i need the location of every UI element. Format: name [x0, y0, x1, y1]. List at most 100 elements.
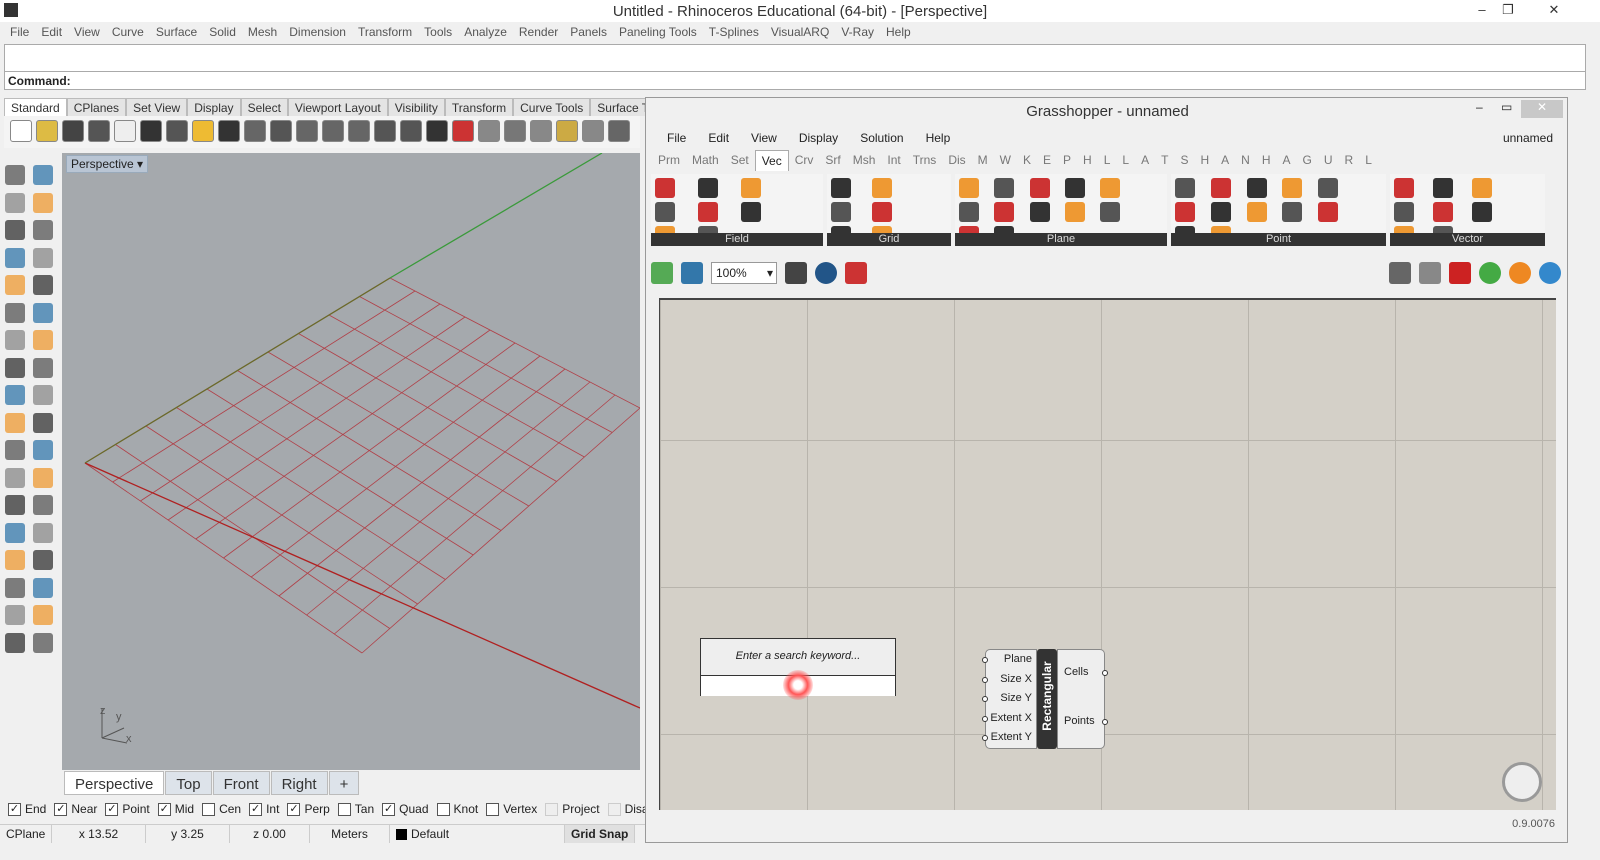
gh-tab-m[interactable]: M [972, 150, 994, 171]
gh-tab-h[interactable]: H [1077, 150, 1098, 171]
gh-menu-file[interactable]: File [656, 128, 697, 148]
output-grip[interactable] [1102, 670, 1108, 676]
gh-plane-component-1-icon[interactable] [959, 178, 979, 198]
open-icon[interactable] [36, 120, 58, 142]
osnap-mid[interactable]: ✓ Mid [157, 802, 194, 817]
cplane-label[interactable]: CPlane [0, 825, 52, 843]
gh-plane-component-4-icon[interactable] [1064, 178, 1085, 198]
checkbox[interactable]: ✓ [157, 803, 171, 817]
rectangular-grid-component[interactable]: Plane Size X Size Y Extent X Extent Y Rectan… [982, 649, 1108, 749]
gh-point-component-6-icon[interactable] [1175, 202, 1195, 222]
preview-selected-icon[interactable] [1449, 262, 1471, 284]
units[interactable]: Meters [310, 825, 390, 843]
gh-grid-component-4-icon[interactable] [872, 202, 893, 222]
gh-menu-display[interactable]: Display [788, 128, 849, 148]
cut-icon[interactable] [140, 120, 162, 142]
gh-menu-solution[interactable]: Solution [849, 128, 914, 148]
checkbox[interactable] [337, 803, 351, 817]
menu-help[interactable]: Help [880, 22, 917, 42]
checkbox[interactable]: ✓ [382, 803, 396, 817]
gh-menu-help[interactable]: Help [915, 128, 962, 148]
osnap-cen[interactable]: Cen [202, 802, 241, 817]
close-button[interactable]: ✕ [1524, 2, 1584, 18]
gh-tab-u[interactable]: U [1318, 150, 1339, 171]
gh-tab-trns[interactable]: Trns [907, 150, 943, 171]
gh-plane-component-9-icon[interactable] [1064, 202, 1085, 222]
zoom-extents-icon[interactable] [348, 120, 370, 142]
gh-tab-math[interactable]: Math [686, 150, 725, 171]
sketch-pen-icon[interactable] [845, 262, 867, 284]
output-cells[interactable]: Cells [1064, 666, 1088, 678]
gh-minimize-button[interactable]: – [1476, 100, 1483, 114]
checkbox[interactable] [607, 803, 621, 817]
gh-point-component-10-icon[interactable] [1318, 202, 1339, 222]
left-tool-26-icon[interactable] [33, 495, 53, 515]
left-tool-28-icon[interactable] [33, 522, 53, 543]
left-tool-12-icon[interactable] [33, 302, 53, 323]
shade-icon[interactable] [478, 120, 500, 142]
viewport-tab-add[interactable]: + [328, 771, 360, 795]
grid-snap-toggle[interactable]: Grid Snap [565, 825, 636, 843]
gh-point-component-5-icon[interactable] [1318, 178, 1339, 198]
gh-tab-n[interactable]: N [1235, 150, 1256, 171]
viewport-tab-right[interactable]: Right [270, 771, 328, 795]
car-icon[interactable] [452, 120, 474, 142]
perspective-viewport[interactable]: z y x [62, 153, 640, 770]
menu-tools[interactable]: Tools [418, 22, 458, 42]
gh-plane-component-8-icon[interactable] [1029, 202, 1050, 222]
gh-tab-l[interactable]: L [1116, 150, 1135, 171]
gh-tab-vec[interactable]: Vec [754, 150, 789, 171]
left-tool-22-icon[interactable] [33, 440, 53, 460]
input-grip[interactable] [982, 676, 988, 683]
gh-point-component-3-icon[interactable] [1246, 178, 1267, 198]
toolbar-tab-transform[interactable]: Transform [444, 98, 514, 116]
point-edit-icon[interactable] [530, 120, 552, 142]
menu-surface[interactable]: Surface [150, 22, 203, 42]
gh-grid-component-2-icon[interactable] [872, 178, 893, 198]
left-tool-31-icon[interactable] [5, 577, 25, 598]
toolbar-tab-viewport-layout[interactable]: Viewport Layout [287, 98, 388, 116]
gh-plane-component-6-icon[interactable] [959, 202, 979, 222]
gh-point-component-9-icon[interactable] [1282, 202, 1303, 222]
viewport-tab-perspective[interactable]: Perspective [64, 771, 165, 795]
save-icon[interactable] [62, 120, 84, 142]
input-grip[interactable] [982, 735, 988, 741]
gh-tab-prm[interactable]: Prm [652, 150, 686, 171]
layer-selector[interactable]: Default [390, 825, 565, 843]
left-tool-30-icon[interactable] [33, 550, 53, 570]
osnap-end[interactable]: ✓ End [8, 802, 46, 817]
left-tool-7-icon[interactable] [5, 247, 25, 268]
gh-point-component-4-icon[interactable] [1282, 178, 1303, 198]
gh-plane-component-10-icon[interactable] [1100, 202, 1121, 222]
input-size-y[interactable]: Size Y [1000, 692, 1032, 704]
toolbar-tab-select[interactable]: Select [240, 98, 288, 116]
menu-v-ray[interactable]: V-Ray [835, 22, 880, 42]
left-tool-2-icon[interactable] [33, 165, 53, 185]
gh-maximize-button[interactable]: ▭ [1501, 100, 1512, 114]
menu-transform[interactable]: Transform [352, 22, 418, 42]
gh-field-component-3-icon[interactable] [741, 178, 761, 198]
left-tool-36-icon[interactable] [33, 632, 53, 653]
left-tool-1-icon[interactable] [5, 165, 25, 185]
gh-tab-r[interactable]: R [1339, 150, 1360, 171]
left-tool-5-icon[interactable] [5, 220, 25, 240]
gh-tab-h[interactable]: H [1256, 150, 1277, 171]
gh-tab-srf[interactable]: Srf [819, 150, 846, 171]
menu-edit[interactable]: Edit [35, 22, 68, 42]
osnap-tan[interactable]: Tan [337, 802, 374, 817]
pan-icon[interactable] [244, 120, 266, 142]
print-icon[interactable] [88, 120, 110, 142]
gh-tab-int[interactable]: Int [881, 150, 906, 171]
menu-visualarq[interactable]: VisualARQ [765, 22, 835, 42]
new-icon[interactable] [10, 120, 32, 142]
gh-tab-k[interactable]: K [1017, 150, 1037, 171]
checkbox[interactable]: ✓ [54, 803, 68, 817]
menu-curve[interactable]: Curve [106, 22, 150, 42]
gh-field-component-2-icon[interactable] [698, 178, 718, 198]
checkbox[interactable]: ✓ [249, 803, 263, 817]
output-points[interactable]: Points [1064, 715, 1095, 727]
display-green-icon[interactable] [1479, 262, 1501, 284]
checkbox[interactable] [202, 803, 216, 817]
left-tool-16-icon[interactable] [33, 357, 53, 378]
gh-vector-component-6-icon[interactable] [1471, 202, 1492, 222]
